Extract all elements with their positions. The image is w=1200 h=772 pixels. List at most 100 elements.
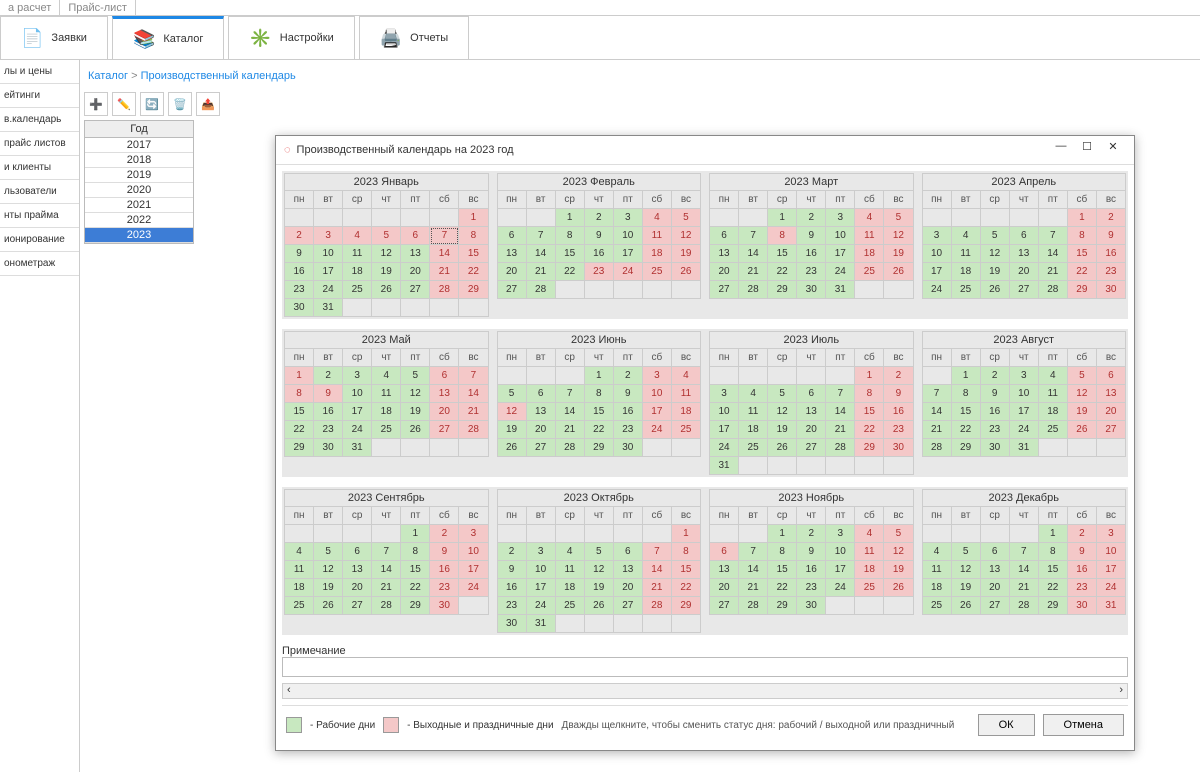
day-cell[interactable]: 19 xyxy=(951,579,980,597)
day-cell[interactable]: 17 xyxy=(826,561,855,579)
breadcrumb-root[interactable]: Каталог xyxy=(88,70,128,82)
day-cell[interactable]: 29 xyxy=(768,597,797,615)
day-cell[interactable]: 23 xyxy=(430,579,459,597)
day-cell[interactable]: 6 xyxy=(710,543,739,561)
day-cell[interactable]: 19 xyxy=(671,245,700,263)
day-cell[interactable]: 22 xyxy=(1038,579,1067,597)
day-cell[interactable]: 28 xyxy=(459,421,488,439)
day-cell[interactable]: 23 xyxy=(584,263,613,281)
day-cell[interactable]: 21 xyxy=(555,421,584,439)
day-cell[interactable]: 16 xyxy=(430,561,459,579)
day-cell[interactable]: 9 xyxy=(314,385,343,403)
day-cell[interactable]: 3 xyxy=(922,227,951,245)
maximize-button[interactable]: ☐ xyxy=(1074,140,1100,160)
day-cell[interactable]: 29 xyxy=(1038,597,1067,615)
day-cell[interactable]: 27 xyxy=(430,421,459,439)
day-cell[interactable]: 8 xyxy=(671,543,700,561)
day-cell[interactable]: 22 xyxy=(401,579,430,597)
day-cell[interactable]: 26 xyxy=(951,597,980,615)
day-cell[interactable]: 3 xyxy=(314,227,343,245)
ok-button[interactable]: ОК xyxy=(978,714,1035,736)
day-cell[interactable]: 7 xyxy=(642,543,671,561)
day-cell[interactable]: 11 xyxy=(372,385,401,403)
day-cell[interactable]: 4 xyxy=(855,525,884,543)
day-cell[interactable]: 25 xyxy=(922,597,951,615)
day-cell[interactable]: 23 xyxy=(314,421,343,439)
day-cell[interactable]: 9 xyxy=(797,227,826,245)
day-cell[interactable]: 13 xyxy=(980,561,1009,579)
day-cell[interactable]: 19 xyxy=(1067,403,1096,421)
day-cell[interactable]: 28 xyxy=(526,281,555,299)
day-cell[interactable]: 13 xyxy=(797,403,826,421)
day-cell[interactable]: 17 xyxy=(1009,403,1038,421)
day-cell[interactable]: 29 xyxy=(401,597,430,615)
day-cell[interactable]: 30 xyxy=(314,439,343,457)
day-cell[interactable]: 7 xyxy=(739,227,768,245)
add-icon[interactable]: ➕ xyxy=(84,92,108,116)
day-cell[interactable]: 22 xyxy=(768,579,797,597)
day-cell[interactable]: 20 xyxy=(343,579,372,597)
day-cell[interactable]: 3 xyxy=(642,367,671,385)
day-cell[interactable]: 31 xyxy=(343,439,372,457)
nav-item[interactable]: в.календарь xyxy=(0,108,79,132)
day-cell[interactable]: 5 xyxy=(884,525,913,543)
day-cell[interactable]: 1 xyxy=(555,209,584,227)
day-cell[interactable]: 25 xyxy=(555,597,584,615)
day-cell[interactable]: 28 xyxy=(642,597,671,615)
day-cell[interactable]: 20 xyxy=(401,263,430,281)
day-cell[interactable]: 30 xyxy=(980,439,1009,457)
day-cell[interactable]: 25 xyxy=(855,263,884,281)
day-cell[interactable]: 29 xyxy=(855,439,884,457)
day-cell[interactable]: 22 xyxy=(951,421,980,439)
year-row[interactable]: 2018 xyxy=(85,153,193,168)
day-cell[interactable]: 14 xyxy=(1009,561,1038,579)
day-cell[interactable]: 25 xyxy=(855,579,884,597)
day-cell[interactable]: 14 xyxy=(372,561,401,579)
day-cell[interactable]: 2 xyxy=(497,543,526,561)
day-cell[interactable]: 17 xyxy=(1096,561,1125,579)
day-cell[interactable]: 24 xyxy=(642,421,671,439)
day-cell[interactable]: 25 xyxy=(372,421,401,439)
day-cell[interactable]: 5 xyxy=(372,227,401,245)
day-cell[interactable]: 2 xyxy=(797,209,826,227)
day-cell[interactable]: 3 xyxy=(1096,525,1125,543)
day-cell[interactable]: 15 xyxy=(768,245,797,263)
day-cell[interactable]: 17 xyxy=(642,403,671,421)
day-cell[interactable]: 7 xyxy=(826,385,855,403)
day-cell[interactable]: 10 xyxy=(922,245,951,263)
day-cell[interactable]: 2 xyxy=(980,367,1009,385)
day-cell[interactable]: 1 xyxy=(459,209,488,227)
day-cell[interactable]: 12 xyxy=(401,385,430,403)
day-cell[interactable]: 21 xyxy=(1038,263,1067,281)
day-cell[interactable]: 6 xyxy=(430,367,459,385)
main-tab-Каталог[interactable]: 📚 Каталог xyxy=(112,16,224,59)
day-cell[interactable]: 4 xyxy=(1038,367,1067,385)
day-cell[interactable]: 15 xyxy=(555,245,584,263)
day-cell[interactable]: 2 xyxy=(430,525,459,543)
day-cell[interactable]: 14 xyxy=(739,561,768,579)
day-cell[interactable]: 12 xyxy=(1067,385,1096,403)
day-cell[interactable]: 22 xyxy=(1067,263,1096,281)
day-cell[interactable]: 27 xyxy=(1096,421,1125,439)
day-cell[interactable]: 26 xyxy=(884,579,913,597)
day-cell[interactable]: 12 xyxy=(671,227,700,245)
day-cell[interactable]: 17 xyxy=(459,561,488,579)
day-cell[interactable]: 5 xyxy=(584,543,613,561)
day-cell[interactable]: 13 xyxy=(710,245,739,263)
day-cell[interactable]: 15 xyxy=(855,403,884,421)
day-cell[interactable]: 23 xyxy=(797,263,826,281)
day-cell[interactable]: 11 xyxy=(922,561,951,579)
day-cell[interactable]: 3 xyxy=(613,209,642,227)
refresh-icon[interactable]: 🔄 xyxy=(140,92,164,116)
day-cell[interactable]: 12 xyxy=(497,403,526,421)
day-cell[interactable]: 24 xyxy=(826,263,855,281)
day-cell[interactable]: 5 xyxy=(1067,367,1096,385)
cancel-button[interactable]: Отмена xyxy=(1043,714,1124,736)
day-cell[interactable]: 17 xyxy=(526,579,555,597)
day-cell[interactable]: 20 xyxy=(1096,403,1125,421)
day-cell[interactable]: 5 xyxy=(314,543,343,561)
day-cell[interactable]: 1 xyxy=(671,525,700,543)
top-tab[interactable]: Прайс-лист xyxy=(60,0,136,15)
day-cell[interactable]: 15 xyxy=(951,403,980,421)
day-cell[interactable]: 17 xyxy=(922,263,951,281)
